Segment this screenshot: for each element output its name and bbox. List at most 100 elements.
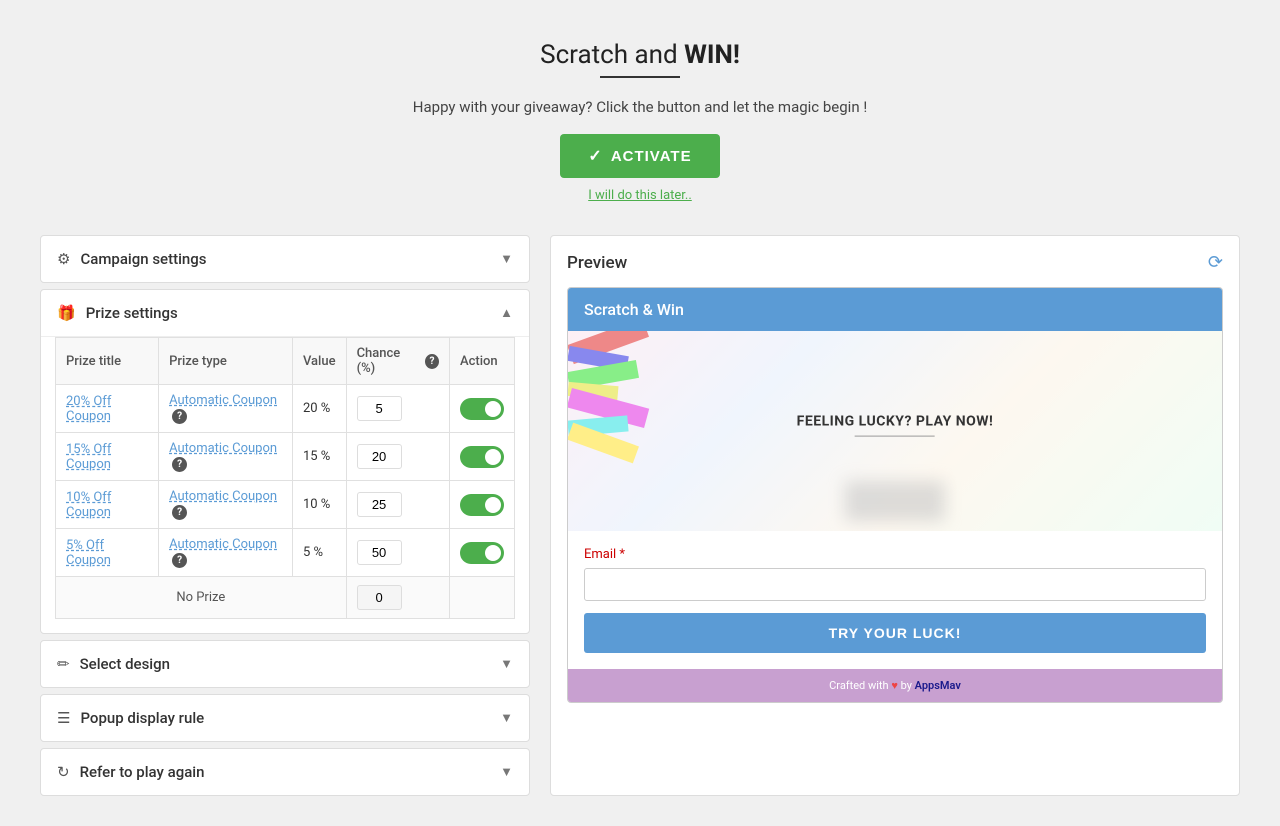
prize-table: Prize title Prize type Value Chance (%) … — [55, 337, 515, 619]
col-prize-type: Prize type — [159, 338, 293, 385]
prize-settings-section: 🎁 Prize settings ▲ Prize title Prize typ… — [40, 289, 530, 634]
popup-display-header[interactable]: ☰ Popup display rule ▼ — [41, 695, 529, 741]
prize-settings-icon: 🎁 — [57, 304, 76, 322]
preview-form: Email * TRY YOUR LUCK! — [568, 531, 1222, 669]
email-label-text: Email — [584, 547, 616, 562]
refer-to-play-header-left: ↻ Refer to play again — [57, 763, 204, 781]
table-row: 20% Off Coupon Automatic Coupon ? 20 % — [56, 385, 515, 433]
refer-to-play-label: Refer to play again — [80, 763, 205, 781]
scratch-heading: FEELING LUCKY? PLAY NOW! — [797, 414, 994, 430]
table-row: 5% Off Coupon Automatic Coupon ? 5 % — [56, 529, 515, 577]
popup-display-icon: ☰ — [57, 709, 70, 727]
select-design-header[interactable]: ✏ Select design ▼ — [41, 641, 529, 687]
activate-label: ACTIVATE — [611, 148, 692, 165]
do-later-link[interactable]: I will do this later.. — [40, 188, 1240, 203]
no-prize-input[interactable] — [357, 585, 402, 610]
scratch-divider — [855, 436, 935, 437]
refresh-icon[interactable]: ⟳ — [1208, 252, 1223, 273]
page-title: Scratch and WIN! — [40, 40, 1240, 70]
popup-display-header-left: ☰ Popup display rule — [57, 709, 204, 727]
scratch-text: FEELING LUCKY? PLAY NOW! — [797, 414, 994, 443]
preview-header: Preview ⟳ — [567, 252, 1223, 273]
footer-by-text: by — [901, 679, 915, 692]
refer-to-play-section: ↻ Refer to play again ▼ — [40, 748, 530, 796]
prize-title-link-3[interactable]: 10% Off Coupon — [66, 490, 111, 520]
header-subtitle: Happy with your giveaway? Click the butt… — [40, 98, 1240, 116]
toggle-3[interactable] — [460, 494, 504, 516]
table-row: 10% Off Coupon Automatic Coupon ? 10 % — [56, 481, 515, 529]
scratch-area: FEELING LUCKY? PLAY NOW! — [568, 331, 1222, 531]
prize-type-link-4[interactable]: Automatic Coupon — [169, 537, 277, 552]
campaign-settings-header-left: ⚙ Campaign settings — [57, 250, 206, 268]
toggle-2[interactable] — [460, 446, 504, 468]
chance-input-4[interactable] — [357, 540, 402, 565]
no-prize-label: No Prize — [56, 577, 347, 619]
prize-value-1: 20 % — [303, 401, 330, 416]
prize-value-3: 10 % — [303, 497, 330, 512]
chance-info-icon[interactable]: ? — [425, 354, 439, 369]
email-input[interactable] — [584, 568, 1206, 601]
no-prize-row: No Prize — [56, 577, 515, 619]
prize-title-link-1[interactable]: 20% Off Coupon — [66, 394, 111, 424]
activate-button[interactable]: ✓ ACTIVATE — [560, 134, 719, 178]
refer-to-play-chevron: ▼ — [500, 764, 513, 780]
refer-to-play-icon: ↻ — [57, 763, 70, 781]
preview-panel: Preview ⟳ Scratch & Win FEELING LUCKY? P… — [550, 235, 1240, 796]
main-layout: ⚙ Campaign settings ▼ 🎁 Prize settings ▲ — [40, 235, 1240, 796]
col-chance: Chance (%) ? — [346, 338, 449, 385]
preview-widget: Scratch & Win FEELING LUCKY? PLAY NOW! — [567, 287, 1223, 703]
popup-display-section: ☰ Popup display rule ▼ — [40, 694, 530, 742]
prize-type-info-3[interactable]: ? — [172, 505, 187, 520]
title-normal: Scratch and — [540, 40, 684, 70]
brand-name: AppsMav — [915, 679, 961, 692]
prize-type-info-1[interactable]: ? — [172, 409, 187, 424]
toggle-1[interactable] — [460, 398, 504, 420]
toggle-4[interactable] — [460, 542, 504, 564]
campaign-settings-header[interactable]: ⚙ Campaign settings ▼ — [41, 236, 529, 282]
table-row: 15% Off Coupon Automatic Coupon ? 15 % — [56, 433, 515, 481]
popup-display-label: Popup display rule — [80, 709, 204, 727]
prize-type-info-4[interactable]: ? — [172, 553, 187, 568]
prize-title-link-4[interactable]: 5% Off Coupon — [66, 538, 111, 568]
required-marker: * — [619, 547, 625, 562]
prize-type-link-1[interactable]: Automatic Coupon — [169, 393, 277, 408]
heart-icon: ♥ — [891, 679, 898, 692]
prize-type-info-2[interactable]: ? — [172, 457, 187, 472]
select-design-chevron: ▼ — [500, 656, 513, 672]
campaign-settings-chevron: ▼ — [500, 251, 513, 267]
refer-to-play-header[interactable]: ↻ Refer to play again ▼ — [41, 749, 529, 795]
prize-type-link-3[interactable]: Automatic Coupon — [169, 489, 277, 504]
prize-settings-header[interactable]: 🎁 Prize settings ▲ — [41, 290, 529, 336]
title-bold: WIN! — [684, 40, 740, 70]
select-design-header-left: ✏ Select design — [57, 655, 170, 673]
prize-settings-label: Prize settings — [86, 304, 178, 322]
widget-header: Scratch & Win — [568, 288, 1222, 331]
check-icon: ✓ — [588, 146, 602, 166]
preview-footer: Crafted with ♥ by AppsMav — [568, 669, 1222, 702]
email-label: Email * — [584, 547, 1206, 562]
campaign-settings-icon: ⚙ — [57, 250, 70, 268]
title-underline — [600, 76, 680, 78]
chance-input-1[interactable] — [357, 396, 402, 421]
prize-value-2: 15 % — [303, 449, 330, 464]
preview-title: Preview — [567, 253, 627, 273]
prize-value-4: 5 % — [303, 545, 323, 560]
try-luck-button[interactable]: TRY YOUR LUCK! — [584, 613, 1206, 653]
prize-settings-body: Prize title Prize type Value Chance (%) … — [41, 336, 529, 633]
chance-input-3[interactable] — [357, 492, 402, 517]
campaign-settings-label: Campaign settings — [80, 250, 206, 268]
select-design-section: ✏ Select design ▼ — [40, 640, 530, 688]
col-value: Value — [292, 338, 346, 385]
select-design-icon: ✏ — [57, 655, 70, 673]
popup-display-chevron: ▼ — [500, 710, 513, 726]
prize-settings-chevron: ▲ — [500, 305, 513, 321]
footer-crafted-text: Crafted with — [829, 679, 891, 692]
prize-type-link-2[interactable]: Automatic Coupon — [169, 441, 277, 456]
chance-input-2[interactable] — [357, 444, 402, 469]
campaign-settings-section: ⚙ Campaign settings ▼ — [40, 235, 530, 283]
col-action: Action — [449, 338, 514, 385]
left-panel: ⚙ Campaign settings ▼ 🎁 Prize settings ▲ — [40, 235, 530, 796]
prize-title-link-2[interactable]: 15% Off Coupon — [66, 442, 111, 472]
prize-settings-header-left: 🎁 Prize settings — [57, 304, 178, 322]
page-header: Scratch and WIN! Happy with your giveawa… — [40, 20, 1240, 213]
